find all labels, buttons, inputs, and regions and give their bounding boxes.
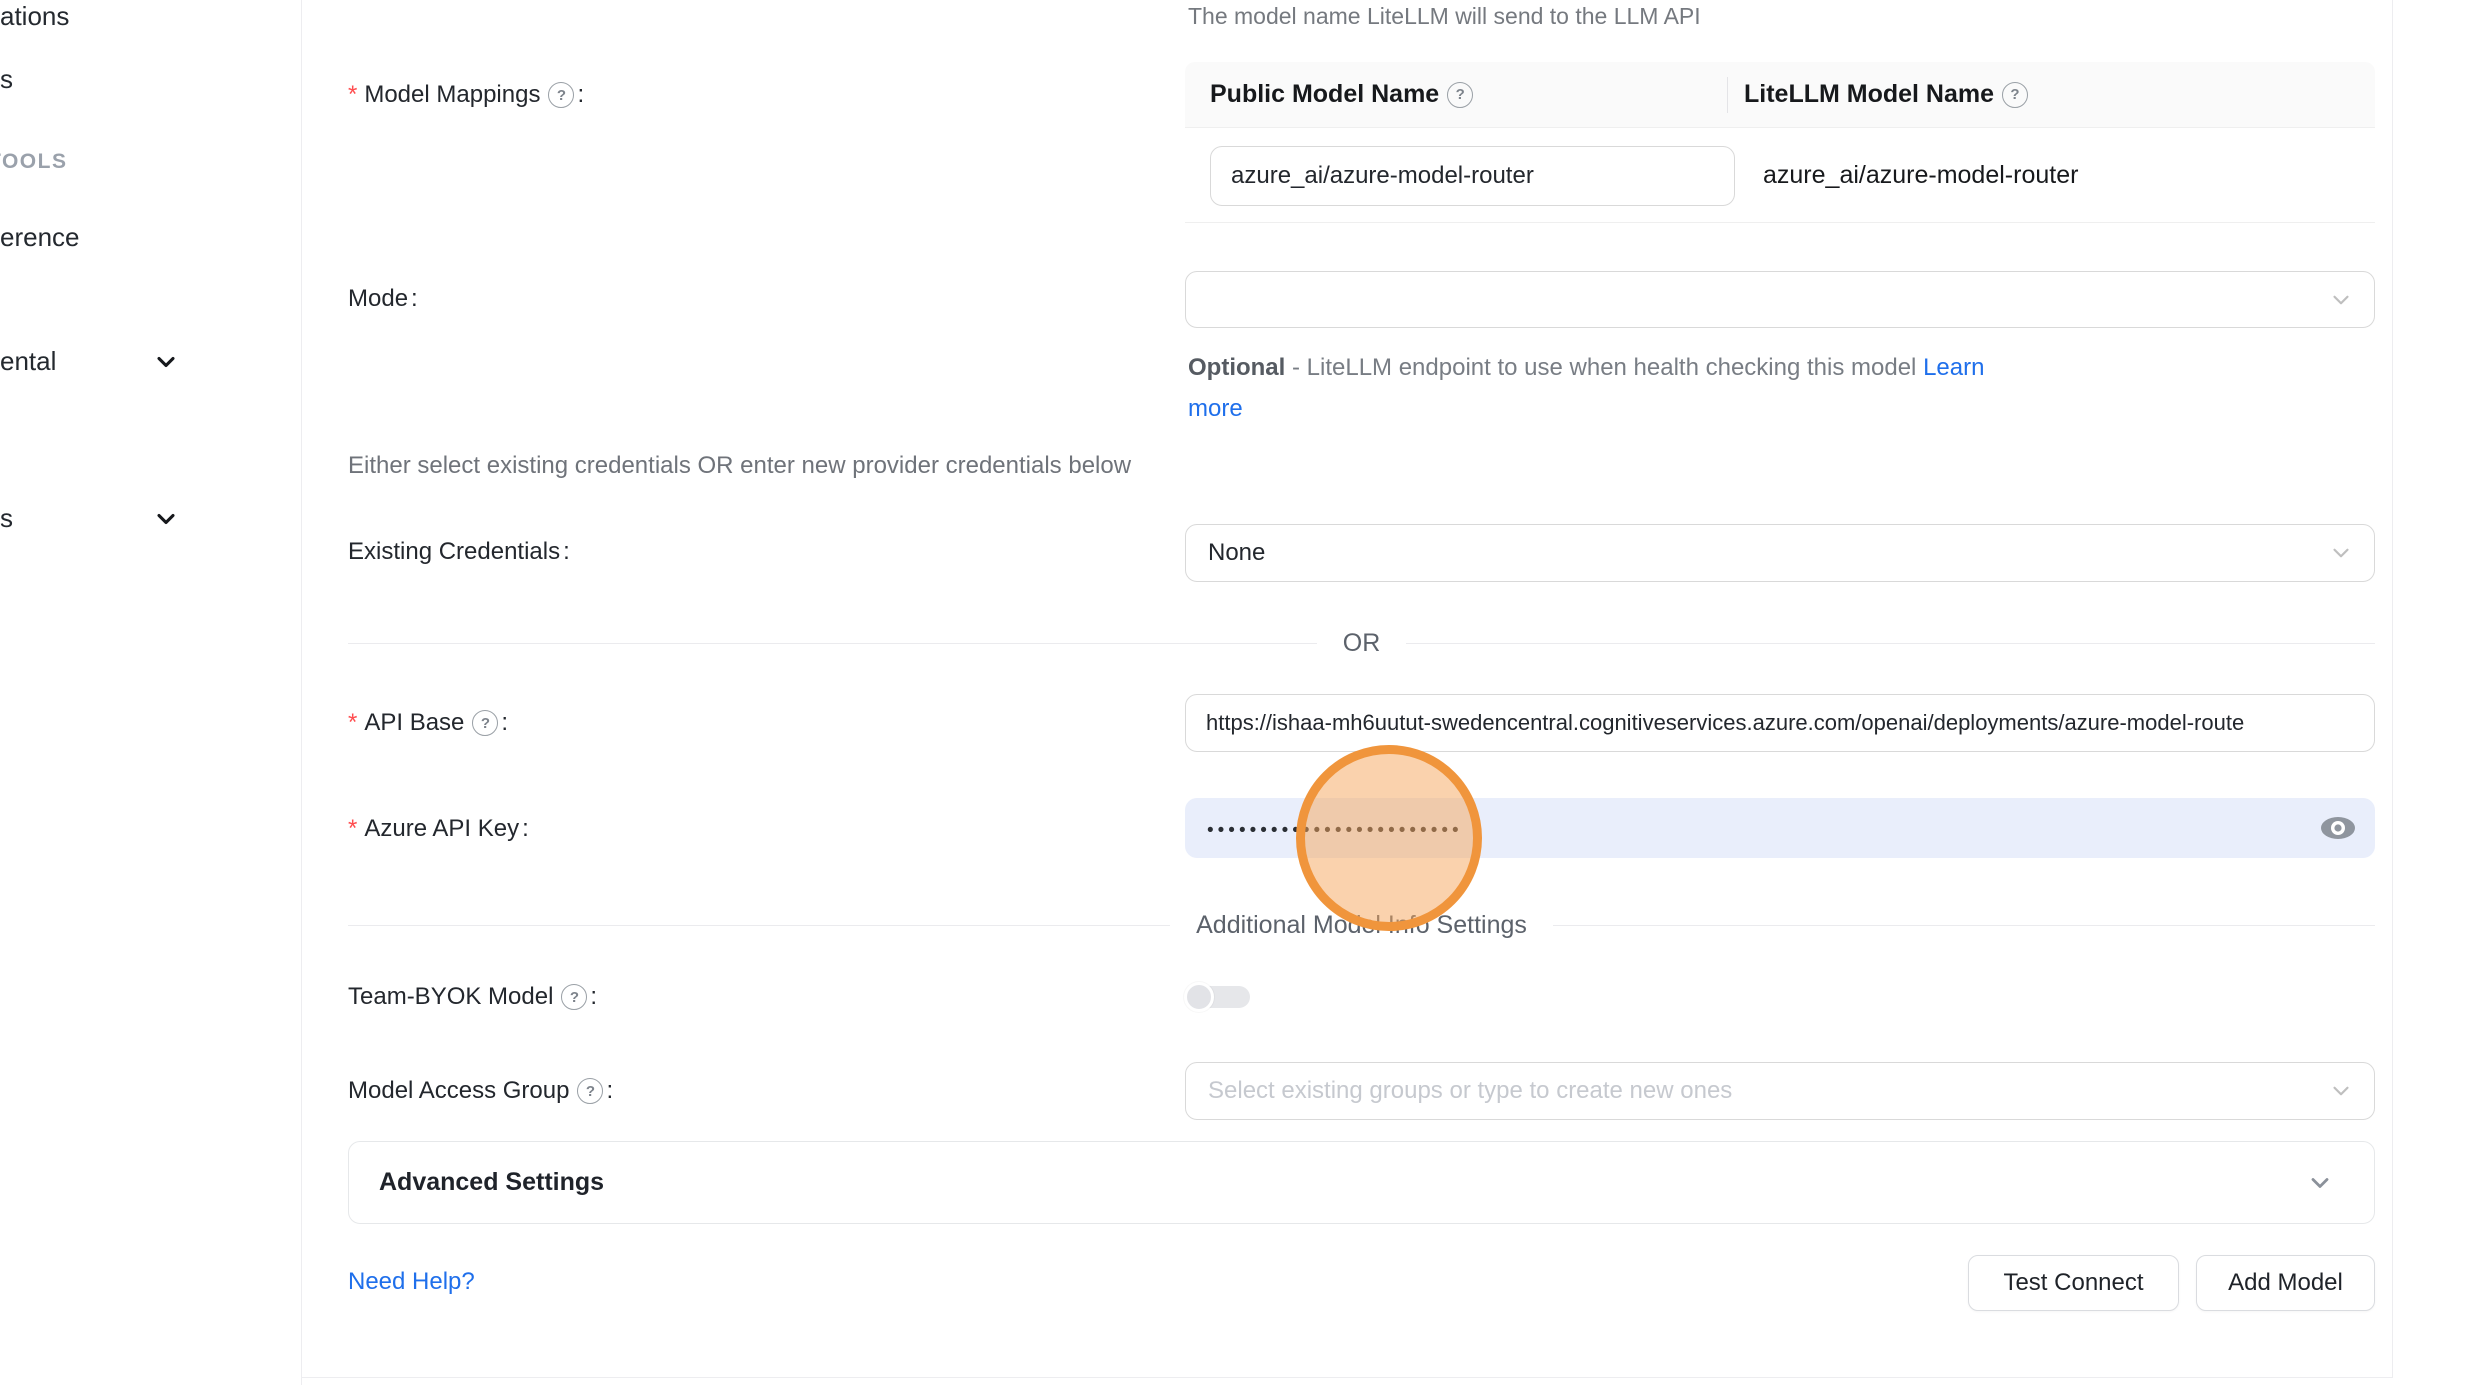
sidebar-item-truncated-5[interactable]: s (0, 502, 13, 534)
sidebar-section-label: TOOLS (0, 150, 67, 173)
mode-hint: Optional - LiteLLM endpoint to use when … (1188, 347, 2038, 429)
model-access-group-select[interactable]: Select existing groups or type to create… (1185, 1062, 2375, 1120)
litellm-model-name-header: LiteLLM Model Name ? (1728, 80, 2028, 109)
required-marker: * (348, 815, 357, 843)
litellm-model-name-value: azure_ai/azure-model-router (1763, 128, 2078, 223)
add-model-button[interactable]: Add Model (2196, 1255, 2375, 1311)
test-connect-button[interactable]: Test Connect (1968, 1255, 2179, 1311)
sidebar-item-label: ations (0, 1, 69, 31)
chevron-down-icon (2306, 1169, 2334, 1197)
table-header-row: Public Model Name ? LiteLLM Model Name ? (1185, 62, 2375, 128)
model-access-group-label: Model Access Group ? : (348, 1074, 613, 1108)
credentials-note: Either select existing credentials OR en… (348, 452, 1131, 480)
sidebar-item-truncated-1[interactable]: ations (0, 0, 69, 32)
chevron-down-icon (2328, 1078, 2354, 1104)
need-help-link[interactable]: Need Help? (348, 1268, 475, 1296)
or-divider: OR (348, 629, 2375, 657)
mode-select[interactable] (1185, 271, 2375, 328)
azure-api-key-input[interactable]: •••••••••••••••••••••••• (1185, 798, 2375, 858)
sidebar-item-label: erence (0, 222, 80, 252)
public-model-name-input[interactable] (1210, 146, 1735, 206)
sidebar-item-label: s (0, 503, 13, 533)
sidebar-item-truncated-2[interactable]: s (0, 63, 13, 95)
team-byok-label: Team-BYOK Model ? : (348, 980, 597, 1014)
sidebar-item-label: ental (0, 346, 56, 376)
public-model-name-header: Public Model Name ? (1185, 80, 1727, 109)
sidebar-section-tools: TOOLS (0, 150, 67, 174)
chevron-down-icon (2328, 287, 2354, 313)
toggle-knob (1184, 982, 1214, 1012)
model-mappings-table: Public Model Name ? LiteLLM Model Name ?… (1185, 62, 2375, 223)
team-byok-toggle[interactable] (1184, 982, 1250, 1012)
sidebar-item-truncated-4[interactable]: ental (0, 345, 56, 377)
required-marker: * (348, 81, 357, 109)
table-row: azure_ai/azure-model-router (1185, 128, 2375, 223)
sidebar-item-label: s (0, 64, 13, 94)
masked-password: •••••••••••••••••••••••• (1207, 814, 1463, 842)
help-icon[interactable]: ? (561, 984, 587, 1010)
mode-label: Mode : (348, 282, 418, 316)
required-marker: * (348, 709, 357, 737)
azure-api-key-label: * Azure API Key : (348, 812, 529, 846)
api-base-label: * API Base ? : (348, 706, 508, 740)
eye-icon[interactable] (2318, 812, 2358, 844)
sidebar: ations s TOOLS erence ental s (0, 0, 302, 1385)
model-name-hint: The model name LiteLLM will send to the … (1188, 3, 1701, 30)
model-mappings-label: * Model Mappings ? : (348, 78, 584, 112)
chevron-down-icon (2328, 540, 2354, 566)
help-icon[interactable]: ? (2002, 82, 2028, 108)
help-icon[interactable]: ? (1447, 82, 1473, 108)
existing-credentials-select[interactable]: None (1185, 524, 2375, 582)
chevron-down-icon (152, 348, 180, 376)
help-icon[interactable]: ? (577, 1078, 603, 1104)
help-icon[interactable]: ? (548, 82, 574, 108)
advanced-settings-header[interactable]: Advanced Settings (348, 1141, 2375, 1224)
help-icon[interactable]: ? (472, 710, 498, 736)
chevron-down-icon (152, 505, 180, 533)
sidebar-item-truncated-3[interactable]: erence (0, 221, 80, 253)
additional-settings-divider: Additional Model Info Settings (348, 911, 2375, 939)
existing-credentials-label: Existing Credentials : (348, 535, 570, 569)
api-base-input[interactable]: https://ishaa-mh6uutut-swedencentral.cog… (1185, 694, 2375, 752)
